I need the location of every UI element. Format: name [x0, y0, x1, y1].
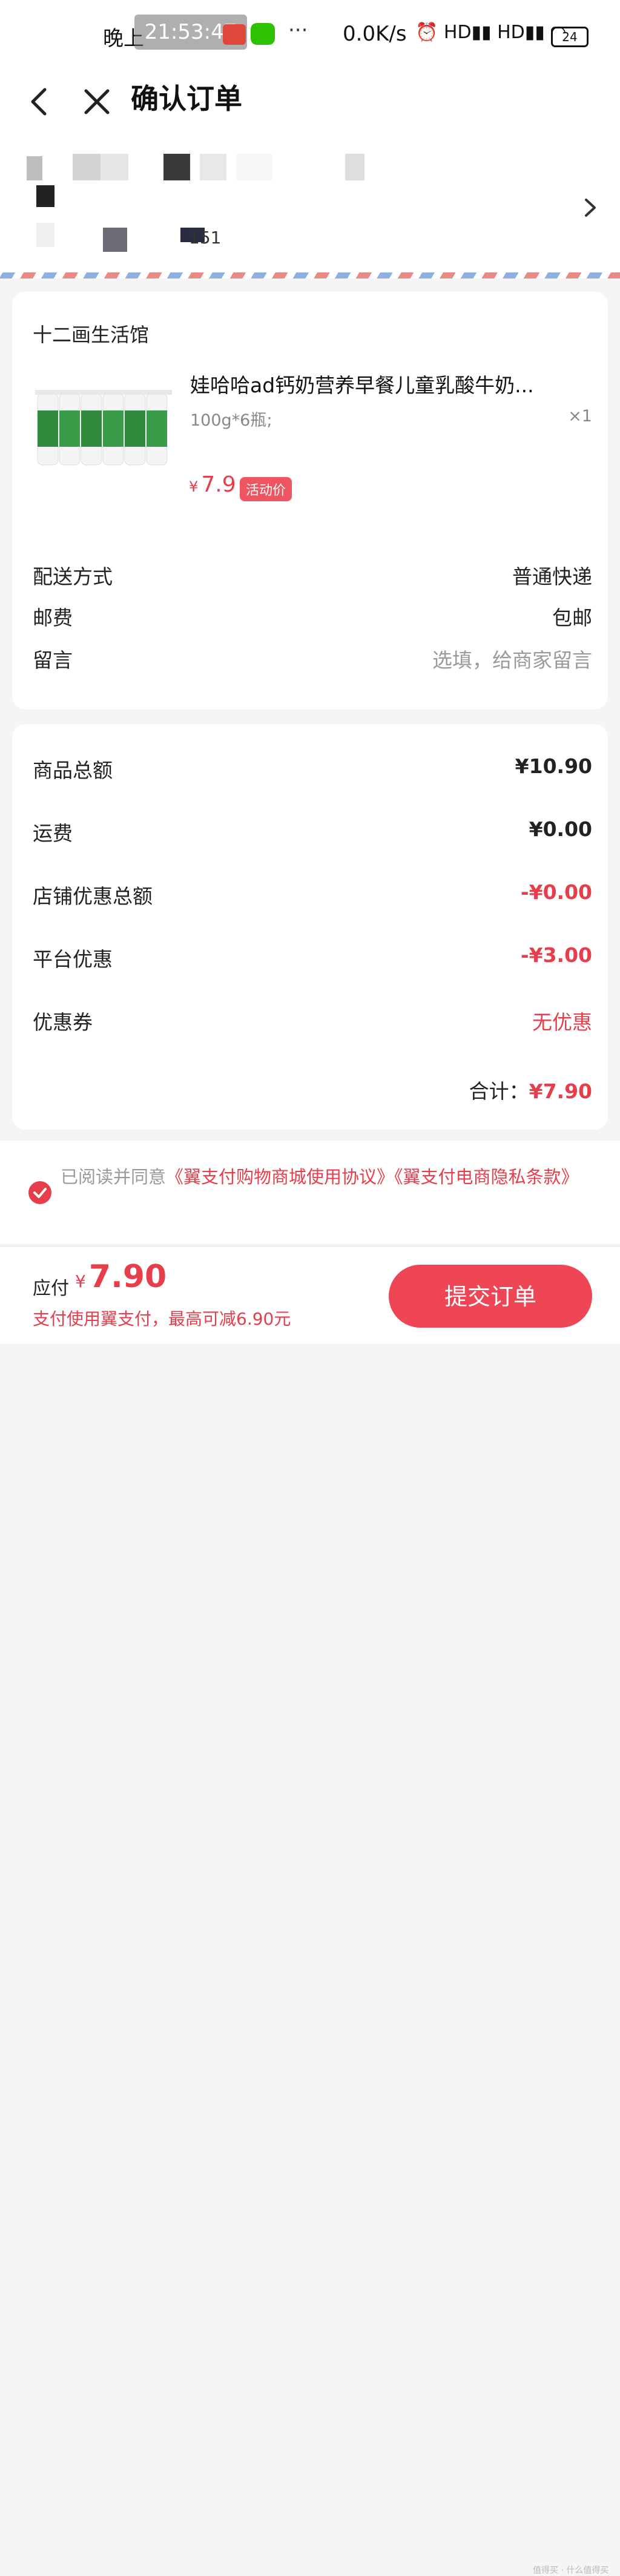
shipping-fee-value: ¥0.00: [529, 817, 592, 841]
redacted-block: [101, 154, 128, 180]
pay-discount-note: 支付使用翼支付，最高可减6.90元: [33, 1309, 291, 1329]
order-sum: 合计：¥7.90: [469, 1075, 592, 1104]
pay-currency: ¥: [75, 1271, 86, 1291]
more-notifications-icon: ···: [288, 18, 308, 42]
delivery-method-label: 配送方式: [33, 565, 113, 588]
postage-label: 邮费: [33, 606, 73, 630]
platform-discount-label: 平台优惠: [33, 947, 113, 971]
agreement-text: 已阅读并同意《翼支付购物商城使用协议》《翼支付电商隐私条款》: [61, 1160, 593, 1194]
redacted-block: [345, 154, 364, 180]
platform-discount-value: -¥3.00: [520, 943, 592, 967]
battery-icon: 24: [551, 27, 589, 47]
pay-value: 7.90: [88, 1259, 167, 1295]
coupon-value[interactable]: 无优惠: [532, 1006, 592, 1035]
coupon-label: 优惠券: [33, 1010, 93, 1034]
redacted-block: [103, 228, 127, 252]
product-image[interactable]: [30, 381, 182, 472]
watermark: 值得买 · 什么值得买: [533, 2566, 609, 2575]
pay-label: 应付: [33, 1278, 69, 1299]
wechat-icon: [251, 23, 275, 45]
goods-total-label: 商品总额: [33, 759, 113, 782]
redacted-block: [236, 154, 272, 180]
shipping-fee-label: 运费: [33, 822, 73, 845]
page-title: 确认订单: [131, 82, 242, 115]
shipping-address[interactable]: 151: [0, 139, 620, 278]
price-currency: ¥: [189, 478, 199, 495]
message-label: 留言: [33, 648, 73, 672]
redacted-block: [200, 154, 226, 180]
shop-name: 十二画生活馆: [33, 323, 150, 346]
purchase-agreement-link[interactable]: 《翼支付购物商城使用协议》: [166, 1167, 394, 1187]
redacted-block: [36, 185, 54, 207]
message-input[interactable]: 选填，给商家留言: [432, 644, 592, 673]
sum-value: ¥7.90: [529, 1079, 592, 1103]
postage-value: 包邮: [552, 606, 592, 630]
chevron-right-icon: [585, 199, 596, 217]
shop-order-card: 十二画生活馆 娃哈哈ad钙奶营养早餐儿童乳酸牛奶... 100g*6瓶; ×1 …: [12, 292, 608, 710]
product-price: ¥ 7.9: [189, 472, 236, 497]
submit-order-button[interactable]: 提交订单: [389, 1265, 592, 1328]
back-arrow-icon[interactable]: [24, 80, 54, 122]
redacted-block: [36, 223, 54, 247]
sum-label: 合计：: [469, 1079, 529, 1103]
address-phone-suffix: 151: [189, 228, 222, 248]
agreement-section: 已阅读并同意《翼支付购物商城使用协议》《翼支付电商隐私条款》: [0, 1141, 620, 1244]
notification-app-icon: [223, 24, 246, 45]
redacted-block: [163, 154, 190, 180]
close-icon[interactable]: [79, 80, 115, 122]
signal-wifi-icons: ⏰ HD▮▮ HD▮▮ ◠: [415, 22, 567, 43]
product-title[interactable]: 娃哈哈ad钙奶营养早餐儿童乳酸牛奶...: [190, 369, 584, 398]
redacted-block: [73, 154, 101, 180]
delivery-method-value[interactable]: 普通快递: [512, 561, 592, 590]
checkbox-checked-icon[interactable]: [28, 1181, 52, 1205]
network-speed: 0.0K/s: [343, 22, 407, 46]
pay-amount: ¥ 7.90: [75, 1259, 167, 1295]
airmail-divider: [0, 272, 620, 278]
bottom-pay-bar: 应付 ¥ 7.90 支付使用翼支付，最高可减6.90元 提交订单 值得买 · 什…: [0, 1246, 620, 2575]
order-total-card: 商品总额 ¥10.90 运费 ¥0.00 店铺优惠总额 -¥0.00 平台优惠 …: [12, 724, 608, 1130]
shop-discount-value: -¥0.00: [520, 880, 592, 904]
product-quantity: ×1: [568, 407, 592, 426]
privacy-policy-link[interactable]: 《翼支付电商隐私条款》: [394, 1167, 579, 1187]
product-spec: 100g*6瓶;: [190, 411, 272, 430]
top-nav-bar: 确认订单: [0, 67, 620, 139]
price-value: 7.9: [201, 472, 236, 497]
redacted-block: [27, 156, 42, 180]
shop-discount-label: 店铺优惠总额: [33, 884, 153, 908]
goods-total-value: ¥10.90: [515, 754, 592, 778]
status-bar: 晚上 21:53:47 ··· 0.0K/s ⏰ HD▮▮ HD▮▮ ◠ 24: [0, 0, 620, 67]
promo-tag: 活动价: [240, 477, 292, 501]
agreement-prefix: 已阅读并同意: [61, 1167, 167, 1187]
